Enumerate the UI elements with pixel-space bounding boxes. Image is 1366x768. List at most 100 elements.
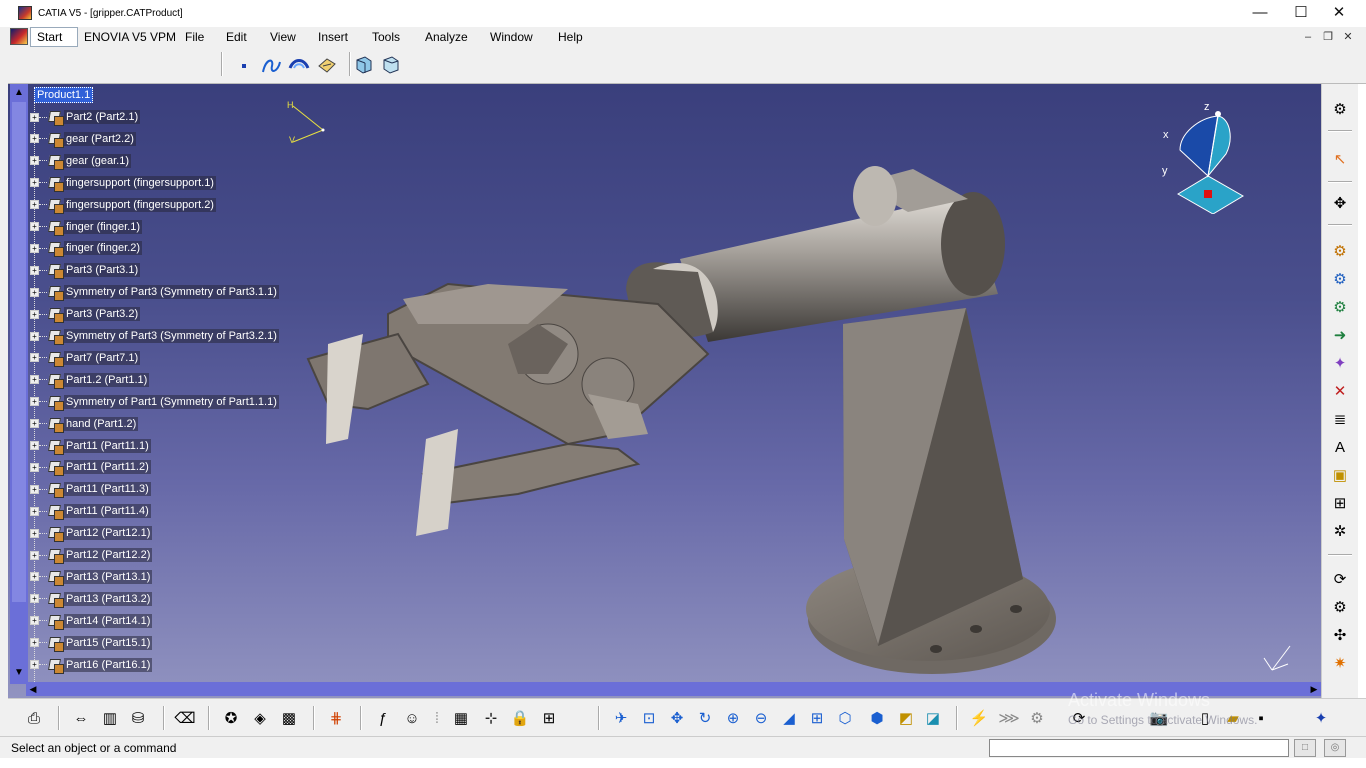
tree-node[interactable]: + Part13 (Part13.2)	[28, 590, 153, 608]
tree-node[interactable]: + Part12 (Part12.1)	[28, 524, 153, 543]
normal-view-icon[interactable]: ◢	[778, 707, 800, 729]
expand-icon[interactable]: +	[30, 506, 39, 516]
maximize-button[interactable]: ☐	[1281, 3, 1321, 23]
tree-node[interactable]: + Part7 (Part7.1)	[28, 349, 141, 367]
tree-node-label[interactable]: Part11 (Part11.3)	[64, 482, 151, 497]
scroll-down-arrow-icon[interactable]: ▼	[12, 666, 26, 680]
tree-node-label[interactable]: Part3 (Part3.1)	[64, 263, 141, 278]
tree-node-label[interactable]: fingersupport (fingersupport.1)	[64, 175, 216, 190]
expand-icon[interactable]: +	[30, 375, 39, 385]
existing-component-icon[interactable]: ➜	[1329, 324, 1351, 346]
expand-icon[interactable]: +	[30, 397, 39, 407]
snap-icon[interactable]: ⚙	[1329, 596, 1351, 618]
expand-icon[interactable]: +	[30, 616, 39, 626]
rotate-icon[interactable]: ↻	[694, 707, 716, 729]
menu-view[interactable]: View	[270, 27, 296, 47]
new-part-icon[interactable]: ⚙	[1329, 296, 1351, 318]
tree-node[interactable]: + fingersupport (fingersupport.2)	[28, 196, 216, 214]
menu-file[interactable]: File	[185, 27, 204, 47]
expand-icon[interactable]: +	[30, 550, 39, 560]
tree-node[interactable]: + Part11 (Part11.4)	[28, 502, 151, 521]
expand-icon[interactable]: +	[30, 134, 39, 144]
spline-icon[interactable]	[260, 54, 282, 76]
tree-node-label[interactable]: Part11 (Part11.2)	[64, 460, 151, 475]
surface-icon[interactable]	[316, 54, 338, 76]
status-button-1[interactable]: □	[1294, 739, 1316, 757]
expand-icon[interactable]: +	[30, 572, 39, 582]
tree-node[interactable]: + Part2 (Part2.1)	[28, 108, 141, 126]
multi-instantiation-icon[interactable]: ⊞	[1329, 492, 1351, 514]
scroll-up-arrow-icon[interactable]: ▲	[12, 86, 26, 100]
tree-node[interactable]: + Part1.2 (Part1.1)	[28, 371, 150, 389]
menu-analyze[interactable]: Analyze	[425, 27, 468, 47]
generate-numbering-icon[interactable]: ≣	[1329, 408, 1351, 430]
knowledge-advisor-icon[interactable]: ☺	[401, 707, 423, 729]
tree-node-label[interactable]: Symmetry of Part3 (Symmetry of Part3.1.1…	[64, 285, 279, 300]
pan-icon[interactable]: ✥	[666, 707, 688, 729]
sectioning-icon[interactable]: ⋙	[998, 707, 1020, 729]
tree-node[interactable]: + Part14 (Part14.1)	[28, 612, 153, 630]
expand-icon[interactable]: +	[30, 200, 39, 210]
expand-icon[interactable]: +	[30, 419, 39, 429]
reaction-icon[interactable]: ⊞	[538, 707, 560, 729]
lock-icon[interactable]: 🔒	[509, 707, 531, 729]
start-menu-icon[interactable]	[10, 28, 28, 45]
iso-view-icon[interactable]: ⬡	[834, 707, 856, 729]
print-icon[interactable]: ⎙	[23, 707, 45, 729]
manipulation-icon[interactable]: ⟳	[1329, 568, 1351, 590]
expand-icon[interactable]: +	[30, 309, 39, 319]
expand-icon[interactable]: +	[30, 331, 39, 341]
3d-viewport[interactable]: H V z x y ▲ ▼ Product1.1 + Part2 (Part2.1…	[8, 84, 1321, 698]
selective-load-icon[interactable]: A	[1329, 436, 1351, 458]
select-arrow-icon[interactable]: ↖	[1329, 148, 1351, 170]
compass-icon[interactable]	[1168, 104, 1258, 214]
assembly-constraints-icon[interactable]: ✥	[1329, 192, 1351, 214]
sweep-icon[interactable]	[288, 54, 310, 76]
tree-root-label[interactable]: Product1.1	[34, 87, 94, 103]
catalog-browser-icon[interactable]: ✪	[220, 707, 242, 729]
scroll-left-arrow-icon[interactable]: ◀	[26, 682, 40, 696]
tree-node-label[interactable]: finger (finger.1)	[64, 219, 142, 234]
expand-icon[interactable]: +	[30, 287, 39, 297]
tree-node-label[interactable]: Part7 (Part7.1)	[64, 350, 141, 365]
tree-node-label[interactable]: Part3 (Part3.2)	[64, 307, 141, 322]
zoom-out-icon[interactable]: ⊖	[750, 707, 772, 729]
tree-node[interactable]: + finger (finger.1)	[28, 218, 142, 236]
menu-start[interactable]: Start	[30, 27, 78, 47]
expand-icon[interactable]: +	[30, 484, 39, 494]
mdi-close-button[interactable]: ✕	[1340, 30, 1356, 44]
tree-node[interactable]: + Symmetry of Part1 (Symmetry of Part1.1.…	[28, 393, 279, 411]
tree-node[interactable]: + fingersupport (fingersupport.1)	[28, 174, 216, 192]
tree-node[interactable]: + Symmetry of Part3 (Symmetry of Part3.2.…	[28, 327, 279, 345]
mdi-restore-button[interactable]: ❐	[1320, 30, 1336, 44]
tree-node-label[interactable]: Symmetry of Part3 (Symmetry of Part3.2.1…	[64, 329, 279, 343]
shading-icon[interactable]: ⬢	[866, 707, 888, 729]
tree-node[interactable]: + Symmetry of Part3 (Symmetry of Part3.1.…	[28, 283, 279, 302]
expand-icon[interactable]: +	[30, 441, 39, 450]
expand-icon[interactable]: +	[30, 243, 39, 253]
tree-vertical-scrollbar[interactable]: ▲ ▼	[10, 84, 28, 684]
tree-node[interactable]: + Part3 (Part3.2)	[28, 305, 141, 324]
tree-node-label[interactable]: Part13 (Part13.1)	[64, 569, 153, 584]
measure-between-icon[interactable]: ⇔	[70, 707, 92, 729]
fit-all-in-icon[interactable]: ⊡	[638, 707, 660, 729]
gear-settings-icon[interactable]: ⚙	[1329, 98, 1351, 120]
expand-icon[interactable]: +	[30, 528, 39, 538]
tree-node[interactable]: + hand (Part1.2)	[28, 415, 139, 433]
scroll-thumb[interactable]	[12, 102, 26, 602]
tree-node[interactable]: + Part3 (Part3.1)	[28, 261, 141, 280]
tree-node-label[interactable]: Symmetry of Part1 (Symmetry of Part1.1.1…	[64, 394, 279, 409]
measure-inertia-icon[interactable]: ⛁	[127, 707, 149, 729]
menu-enovia[interactable]: ENOVIA V5 VPM	[84, 27, 176, 47]
new-component-icon[interactable]: ⚙	[1329, 240, 1351, 262]
manage-representations-icon[interactable]: ▣	[1329, 464, 1351, 486]
tree-node-label[interactable]: gear (Part2.2)	[64, 131, 136, 146]
expand-icon[interactable]: +	[30, 638, 39, 648]
tree-node-label[interactable]: Part13 (Part13.2)	[64, 591, 153, 606]
tree-node[interactable]: + Part11 (Part11.2)	[28, 458, 151, 477]
new-product-icon[interactable]: ⚙	[1329, 268, 1351, 290]
graph-tree-reorder-icon[interactable]: ✕	[1329, 380, 1351, 402]
swap-visible-space-icon[interactable]: ◪	[922, 707, 944, 729]
multi-view-icon[interactable]: ⊞	[806, 707, 828, 729]
menu-window[interactable]: Window	[490, 27, 533, 47]
